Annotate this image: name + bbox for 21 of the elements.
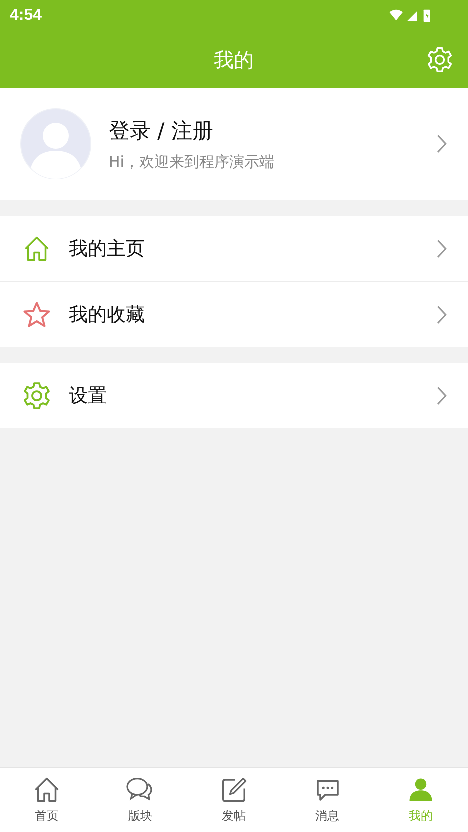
- settings-icon: [426, 46, 454, 74]
- star-icon: [22, 300, 52, 330]
- settings-button[interactable]: [426, 46, 454, 74]
- login-register-label: 登录 / 注册: [109, 118, 214, 144]
- menu-item[interactable]: 我的主页: [0, 216, 468, 282]
- tab-item[interactable]: 消息: [280, 768, 374, 832]
- status-time: 4:54: [10, 7, 42, 25]
- greeting-text: Hi，欢迎来到程序演示端: [109, 152, 276, 172]
- menu-item[interactable]: 我的收藏: [0, 282, 468, 347]
- header-title: 我的: [214, 46, 254, 74]
- tab-item[interactable]: 版块: [94, 768, 188, 832]
- settings-icon: [22, 380, 52, 410]
- tab-item[interactable]: 首页: [0, 768, 94, 832]
- profile-card[interactable]: 登录 / 注册 Hi，欢迎来到程序演示端: [0, 88, 468, 200]
- chevron-icon: [436, 134, 448, 154]
- tab-item[interactable]: 发帖: [187, 768, 281, 832]
- chevron-icon: [436, 304, 448, 324]
- chevron-icon: [436, 238, 448, 258]
- avatar-icon: [20, 108, 92, 180]
- chevron-icon: [436, 386, 448, 406]
- menu-item[interactable]: 设置: [0, 363, 468, 428]
